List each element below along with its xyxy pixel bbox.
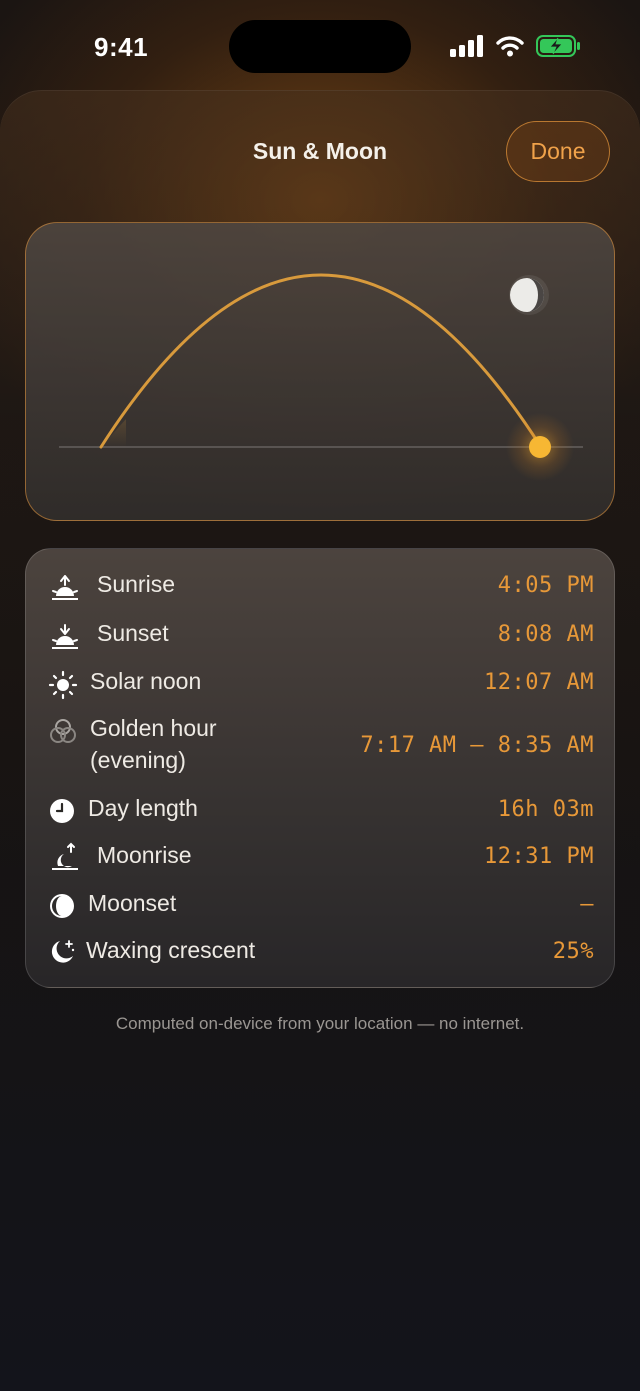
sun-moon-details: Sunrise 4:05 PM Sunset 8:08 AM Solar noo…	[25, 548, 615, 988]
row-solar-noon: Solar noon 12:07 AM	[26, 668, 616, 700]
row-value: 12:07 AM	[484, 670, 594, 695]
row-value: 7:17 AM – 8:35 AM	[360, 733, 594, 758]
row-value: –	[580, 892, 594, 917]
row-label: Day length	[88, 795, 198, 821]
sun-arc-chart	[59, 273, 583, 481]
row-value: 16h 03m	[497, 797, 594, 822]
sun-arc-card	[25, 222, 615, 521]
row-sunset: Sunset 8:08 AM	[26, 620, 616, 650]
row-moon-phase: Waxing crescent 25%	[26, 937, 616, 967]
row-label: Moonrise	[97, 842, 192, 868]
clock-icon	[50, 799, 74, 823]
status-icons	[450, 35, 582, 57]
moon-marker	[509, 275, 549, 315]
battery-charging-icon	[536, 35, 580, 57]
golden-hour-icon	[50, 719, 76, 743]
sunrise-icon	[52, 575, 78, 600]
status-time: 9:41	[94, 32, 149, 62]
row-sunrise: Sunrise 4:05 PM	[26, 571, 616, 601]
row-label: Sunrise	[97, 571, 175, 597]
sun-marker	[529, 436, 551, 458]
row-value: 4:05 PM	[497, 573, 594, 598]
cellular-signal-icon	[450, 35, 483, 57]
row-day-length: Day length 16h 03m	[26, 795, 616, 825]
done-button[interactable]: Done	[506, 121, 610, 182]
row-value: 25%	[552, 939, 594, 964]
row-value: 8:08 AM	[497, 622, 594, 647]
row-label: Sunset	[97, 620, 169, 646]
row-label: Golden hour	[90, 715, 217, 741]
dynamic-island	[229, 20, 411, 73]
row-label: Moonset	[88, 890, 177, 916]
row-label-secondary: (evening)	[90, 747, 186, 773]
row-label: Solar noon	[90, 668, 202, 694]
row-value: 12:31 PM	[484, 844, 594, 869]
sunset-icon	[52, 624, 78, 649]
moon-phase-icon	[51, 940, 75, 963]
moonrise-icon	[52, 842, 78, 870]
status-bar: 9:41	[0, 0, 640, 90]
sun-icon	[48, 670, 78, 700]
sun-path-arc	[99, 273, 543, 449]
row-label: Waxing crescent	[86, 937, 256, 963]
wifi-icon	[496, 36, 524, 57]
footer-note: Computed on-device from your location — …	[115, 1014, 525, 1033]
row-moonset: Moonset –	[26, 890, 616, 920]
row-golden-hour: Golden hour (evening) 7:17 AM – 8:35 AM	[26, 715, 616, 779]
moonset-icon	[50, 894, 74, 918]
row-moonrise: Moonrise 12:31 PM	[26, 842, 616, 872]
